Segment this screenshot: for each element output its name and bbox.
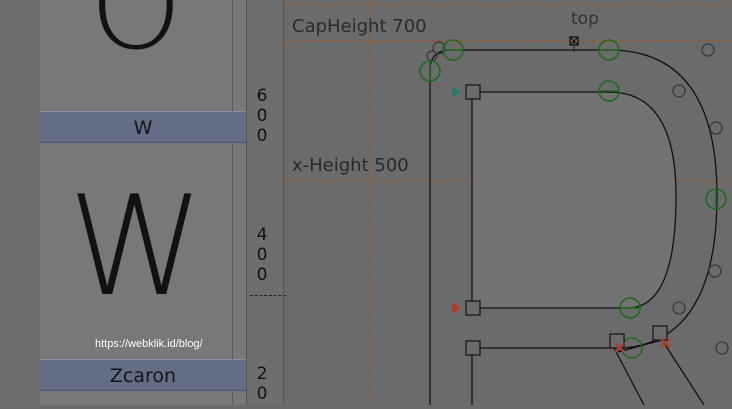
ruler-cursor-mark bbox=[250, 295, 286, 296]
ruler-digit: 0 bbox=[256, 384, 268, 404]
ruler-digit: 0 bbox=[256, 265, 268, 285]
leg-diagonal-left bbox=[613, 347, 645, 406]
glyph-cell-label-zcaron[interactable]: Zcaron bbox=[40, 359, 246, 391]
ruler-digit: 0 bbox=[256, 106, 268, 126]
ruler-digit: 6 bbox=[256, 86, 268, 106]
leg-diagonal-right bbox=[661, 339, 705, 406]
cap-height-label: CapHeight 700 bbox=[292, 16, 427, 37]
left-gutter bbox=[0, 0, 40, 405]
inner-counter-contour bbox=[471, 91, 677, 309]
glyph-list-divider bbox=[232, 0, 233, 405]
glyph-preview-w[interactable]: W bbox=[40, 172, 232, 322]
start-point-marker bbox=[454, 87, 460, 97]
anchor-top-label[interactable]: top bbox=[571, 9, 599, 29]
glyph-cell-label-w[interactable]: W bbox=[40, 111, 246, 143]
glyph-edit-canvas[interactable]: CapHeight 700 x-Height 500 top bbox=[283, 0, 732, 406]
ruler-digit: 0 bbox=[256, 126, 268, 146]
ruler-digit: 2 bbox=[256, 364, 268, 384]
ruler-digit: 4 bbox=[256, 225, 268, 245]
glyph-preview-o[interactable]: O bbox=[40, 0, 232, 76]
watermark-text: https://webklik.id/blog/ bbox=[95, 338, 203, 350]
x-height-label: x-Height 500 bbox=[292, 155, 409, 176]
end-point-marker bbox=[454, 303, 460, 313]
vertical-ruler[interactable]: 6 0 0 4 0 0 2 0 bbox=[246, 0, 284, 405]
ruler-digit: 0 bbox=[256, 245, 268, 265]
outline-svg[interactable] bbox=[283, 0, 732, 406]
